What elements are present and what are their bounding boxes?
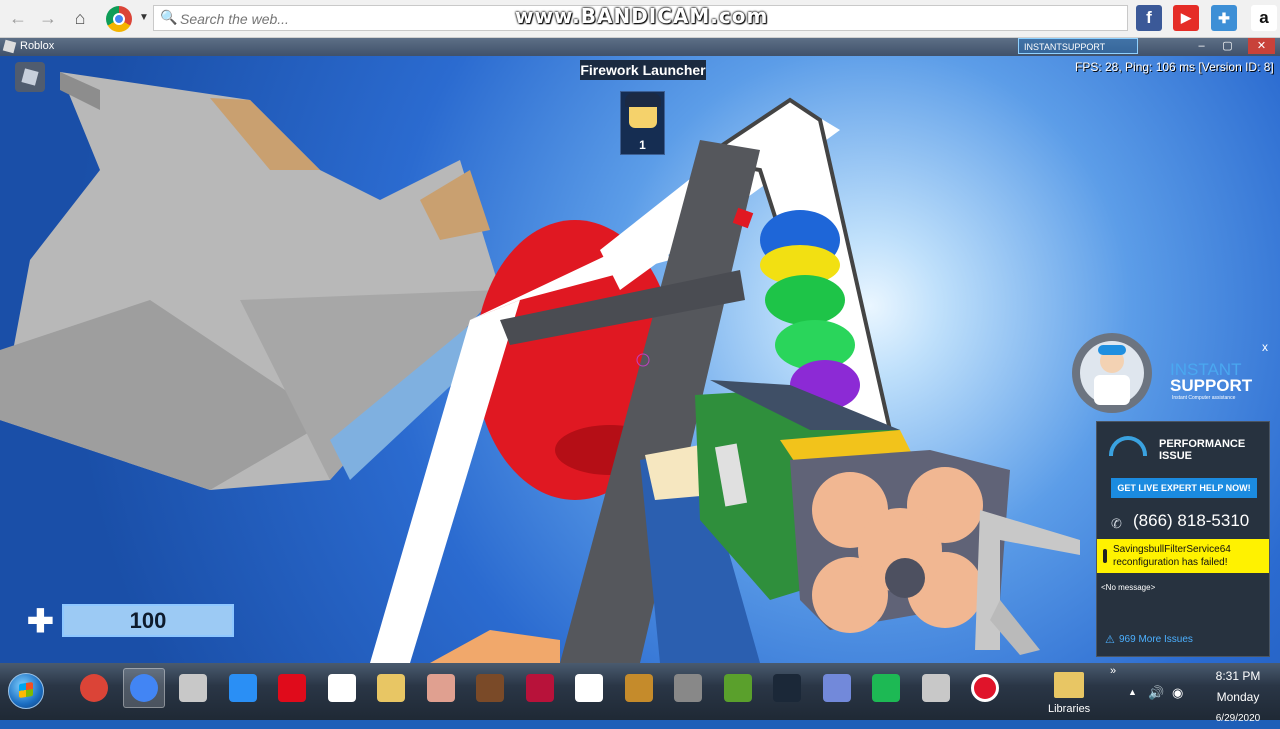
taskbar-roblox-studio-1-button[interactable]: [172, 668, 214, 708]
taskbar-brave-lion-button[interactable]: [618, 668, 660, 708]
search-input[interactable]: [178, 9, 522, 29]
equipped-tool-name: Firework Launcher: [580, 60, 706, 80]
discord-icon: [823, 674, 851, 702]
bandicam-record-icon: [971, 674, 999, 702]
health-bar: 100: [62, 604, 234, 637]
gear-app-icon: [674, 674, 702, 702]
right-structure: [975, 510, 1080, 650]
fnaf-icon: [476, 674, 504, 702]
taskbar-file-explorer-button[interactable]: [370, 668, 412, 708]
file-explorer-icon: [377, 674, 405, 702]
alert-banner: SavingsbullFilterService64 reconfigurati…: [1097, 539, 1269, 573]
show-hidden-icons-icon[interactable]: ▲: [1128, 687, 1137, 697]
taskbar-fnaf-button[interactable]: [469, 668, 511, 708]
message-text: <No message>: [1101, 583, 1156, 592]
clock-day: Monday: [1216, 690, 1260, 704]
roblox-studio-blue-icon: [229, 674, 257, 702]
amazon-icon[interactable]: a: [1251, 5, 1277, 31]
taskbar-bandicam-record-button[interactable]: [964, 668, 1006, 708]
roblox-player-icon: [922, 674, 950, 702]
warning-triangle-icon: ⚠: [1105, 634, 1115, 646]
libraries-label[interactable]: Libraries: [1048, 703, 1090, 715]
hotbar-slot-number: 1: [639, 138, 646, 152]
popup-close-button[interactable]: x: [1262, 340, 1268, 354]
taskbar-chrome-active-button[interactable]: [123, 668, 165, 708]
network-icon[interactable]: ◉: [1172, 685, 1183, 701]
roblox-menu-button[interactable]: [15, 62, 45, 92]
chevron-down-icon[interactable]: ▼: [134, 8, 154, 28]
taskbar-steam-button[interactable]: [766, 668, 808, 708]
taskbar-discord-button[interactable]: [816, 668, 858, 708]
taskbar-spotify-button[interactable]: [865, 668, 907, 708]
instant-support-badge[interactable]: INSTANTSUPPORT: [1018, 38, 1138, 54]
get-expert-help-button[interactable]: GET LIVE EXPERT HELP NOW!: [1111, 478, 1257, 498]
search-icon: 🔍: [160, 9, 178, 25]
start-button[interactable]: [8, 673, 44, 709]
forward-arrow-icon[interactable]: →: [38, 8, 58, 28]
taskbar-notepad-button[interactable]: [568, 668, 610, 708]
game-red-icon: [526, 674, 554, 702]
instant-support-popup: PERFORMANCE ISSUE GET LIVE EXPERT HELP N…: [1096, 421, 1270, 657]
home-icon[interactable]: ⌂: [70, 8, 90, 28]
floating-ship-structure: [0, 72, 510, 490]
taskbar-opera-button[interactable]: [271, 668, 313, 708]
avatar-icon: [625, 93, 661, 128]
spotify-icon: [872, 674, 900, 702]
game-controller-icon[interactable]: ✚: [1211, 5, 1237, 31]
roblox-logo-icon: [2, 39, 17, 54]
browser-toolbar: ← → ⌂ ▼ 🔍 www.BANDICAM.com f ▶ ✚ a: [0, 0, 1280, 38]
taskbar-chrome-button[interactable]: [73, 668, 115, 708]
minecraft-icon: [724, 674, 752, 702]
windows-taskbar: Libraries » ▲ 🔊 ◉ 8:31 PM Monday 6/29/20…: [0, 663, 1280, 724]
steam-icon: [773, 674, 801, 702]
taskbar-gear-app-button[interactable]: [667, 668, 709, 708]
more-issues-link[interactable]: 969 More Issues: [1119, 634, 1193, 645]
libraries-folder-icon[interactable]: [1054, 672, 1084, 698]
bandicam-watermark: www.BANDICAM.com: [515, 4, 769, 28]
hotbar-slot[interactable]: 1: [620, 91, 665, 155]
launcher-tool: [695, 380, 1010, 633]
logo-subtitle: Instant Computer assistance: [1172, 395, 1236, 401]
phone-icon: ✆: [1111, 516, 1122, 531]
taskbar-game-red-button[interactable]: [519, 668, 561, 708]
maximize-button[interactable]: ▢: [1214, 38, 1241, 54]
logo-title-line2: SUPPORT: [1170, 376, 1252, 395]
chrome-active-icon: [130, 674, 158, 702]
instant-support-logo: INSTANT SUPPORT Instant Computer assista…: [1072, 333, 1252, 413]
opera-icon: [278, 674, 306, 702]
chrome-logo-icon[interactable]: [106, 6, 132, 32]
pig-game-icon: [427, 674, 455, 702]
taskbar-blank-document-button[interactable]: [321, 668, 363, 708]
support-phone-number: (866) 818-5310: [1133, 511, 1250, 530]
brave-lion-icon: [625, 674, 653, 702]
youtube-icon[interactable]: ▶: [1173, 5, 1199, 31]
taskbar-pig-game-button[interactable]: [420, 668, 462, 708]
alert-text: SavingsbullFilterService64 reconfigurati…: [1113, 544, 1231, 568]
health-plus-icon: ✚: [27, 603, 54, 639]
exclamation-icon: [1103, 549, 1107, 563]
minimize-button[interactable]: –: [1188, 38, 1215, 54]
roblox-studio-1-icon: [179, 674, 207, 702]
clock-date: 6/29/2020: [1215, 713, 1261, 724]
blank-document-icon: [328, 674, 356, 702]
speed-gauge-icon: [1109, 436, 1147, 456]
clock-time: 8:31 PM: [1215, 669, 1261, 683]
taskbar-roblox-player-button[interactable]: [915, 668, 957, 708]
back-arrow-icon[interactable]: ←: [8, 8, 28, 28]
window-title: Roblox: [20, 40, 55, 52]
taskbar-roblox-studio-blue-button[interactable]: [222, 668, 264, 708]
tray-chevron-icon[interactable]: »: [1110, 665, 1116, 677]
chrome-icon: [80, 674, 108, 702]
performance-issue-title: PERFORMANCE ISSUE: [1159, 438, 1246, 462]
volume-icon[interactable]: 🔊: [1148, 685, 1164, 701]
health-value: 100: [129, 608, 167, 633]
notepad-icon: [575, 674, 603, 702]
fps-ping-stats: FPS: 28, Ping: 106 ms [Version ID: 8]: [1075, 60, 1274, 74]
close-window-button[interactable]: ✕: [1248, 38, 1275, 54]
facebook-icon[interactable]: f: [1136, 5, 1162, 31]
taskbar-minecraft-button[interactable]: [717, 668, 759, 708]
